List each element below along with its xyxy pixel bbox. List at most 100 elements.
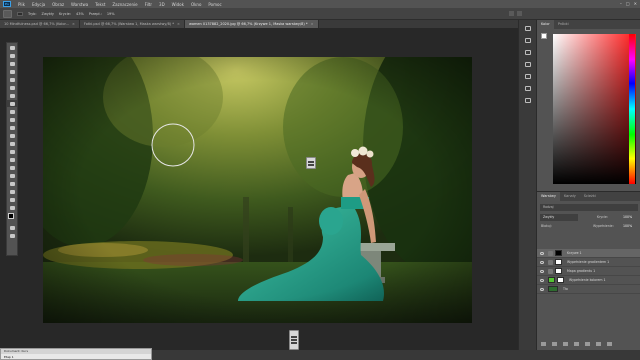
layer-mask-thumbnail[interactable]: [555, 259, 562, 265]
document-canvas[interactable]: [43, 57, 472, 323]
paragraph-panel-icon[interactable]: [523, 72, 533, 80]
marquee-tool-icon[interactable]: [7, 52, 17, 59]
visibility-eye-icon[interactable]: [540, 287, 544, 291]
visibility-eye-icon[interactable]: [540, 251, 544, 255]
tab-channels[interactable]: Kanały: [560, 192, 580, 201]
layer-opacity-input[interactable]: 100%: [623, 215, 632, 219]
tab-document-3[interactable]: women 0137882_2020.jpg @ 66,7% (Krzywe 1…: [184, 20, 319, 28]
properties-panel-icon[interactable]: [523, 36, 533, 44]
visibility-eye-icon[interactable]: [540, 260, 544, 264]
mini-window[interactable]: Dokument: Kurs Etap 1: [0, 348, 152, 360]
layer-row[interactable]: Wypełnienie gradientem 1: [537, 258, 640, 267]
new-group-icon[interactable]: [585, 342, 590, 346]
new-layer-icon[interactable]: [596, 342, 601, 346]
hue-slider[interactable]: [629, 34, 635, 184]
history-brush-tool-icon[interactable]: [7, 116, 17, 123]
quick-select-tool-icon[interactable]: [7, 68, 17, 75]
blend-mode-select[interactable]: Zwykły: [540, 214, 578, 221]
eraser-tool-icon[interactable]: [7, 124, 17, 131]
healing-tool-icon[interactable]: [7, 92, 17, 99]
color-swatches[interactable]: [7, 211, 17, 223]
menu-type[interactable]: Tekst: [95, 2, 105, 7]
flow-label: Przepł.:: [88, 11, 102, 16]
pressure-icon[interactable]: [517, 11, 522, 16]
visibility-eye-icon[interactable]: [540, 269, 544, 273]
layer-mask-thumbnail[interactable]: [555, 250, 562, 256]
bottom-handle-icon[interactable]: [289, 330, 299, 350]
color-fill-thumbnail[interactable]: [548, 277, 555, 283]
layer-filter-select[interactable]: Rodzaj: [540, 204, 638, 211]
gradient-tool-icon[interactable]: [7, 132, 17, 139]
menu-select[interactable]: Zaznaczenie: [112, 2, 137, 7]
layer-row[interactable]: Krzywe 1: [537, 249, 640, 258]
blur-tool-icon[interactable]: [7, 140, 17, 147]
tab-paths[interactable]: Ścieżki: [580, 192, 600, 201]
layer-row[interactable]: Tło: [537, 285, 640, 294]
mode-select[interactable]: Zwykły: [42, 12, 54, 16]
menu-help[interactable]: Pomoc: [208, 2, 221, 7]
menu-3d[interactable]: 3D: [159, 2, 165, 7]
brush-size-picker[interactable]: [17, 11, 23, 16]
brush-panel-icon[interactable]: [523, 96, 533, 104]
minimize-button[interactable]: –: [620, 1, 622, 6]
flow-input[interactable]: 19%: [107, 12, 115, 16]
crop-tool-icon[interactable]: [7, 76, 17, 83]
close-icon[interactable]: ×: [311, 22, 314, 26]
layer-mask-thumbnail[interactable]: [557, 277, 564, 283]
more-tools-icon[interactable]: [7, 204, 17, 211]
tab-document-1[interactable]: 10 Mindfulness.psd @ 66,7% (Kolor... ×: [0, 20, 80, 28]
menu-filter[interactable]: Filtr: [145, 2, 152, 7]
add-mask-icon[interactable]: [563, 342, 568, 346]
foreground-color-swatch[interactable]: [8, 213, 14, 219]
layer-mask-thumbnail[interactable]: [555, 268, 562, 274]
screen-mode-icon[interactable]: [7, 232, 17, 239]
menu-file[interactable]: Plik: [18, 2, 25, 7]
type-tool-icon[interactable]: [7, 164, 17, 171]
maximize-button[interactable]: □: [626, 1, 630, 6]
link-layers-icon[interactable]: [541, 342, 546, 346]
close-button[interactable]: ✕: [634, 1, 637, 6]
menu-window[interactable]: Okno: [191, 2, 201, 7]
character-panel-icon[interactable]: [523, 84, 533, 92]
photo-forest-woman: [43, 57, 472, 323]
lasso-tool-icon[interactable]: [7, 60, 17, 67]
history-panel-icon[interactable]: [523, 24, 533, 32]
layer-fill-input[interactable]: 100%: [623, 224, 632, 228]
menu-view[interactable]: Widok: [172, 2, 184, 7]
background-layer-thumbnail[interactable]: [548, 286, 558, 292]
close-icon[interactable]: ×: [72, 22, 75, 26]
tab-swatches[interactable]: Próbki: [554, 20, 573, 29]
pen-tool-icon[interactable]: [7, 156, 17, 163]
menu-layer[interactable]: Warstwa: [71, 2, 88, 7]
zoom-tool-icon[interactable]: [7, 196, 17, 203]
transform-widget-icon[interactable]: [306, 157, 316, 169]
opacity-input[interactable]: 43%: [76, 12, 84, 16]
layer-row[interactable]: Mapa gradientu 1: [537, 267, 640, 276]
menu-image[interactable]: Obraz: [52, 2, 64, 7]
tab-color[interactable]: Kolor: [537, 20, 554, 29]
adjustments-panel-icon[interactable]: [523, 48, 533, 56]
color-picker-field[interactable]: [553, 34, 636, 184]
path-select-tool-icon[interactable]: [7, 172, 17, 179]
info-panel-icon[interactable]: [523, 60, 533, 68]
clone-stamp-tool-icon[interactable]: [7, 108, 17, 115]
dodge-tool-icon[interactable]: [7, 148, 17, 155]
tab-document-2[interactable]: Fotki.psd @ 66,7% (Warstwa 1, Maska wars…: [79, 20, 185, 28]
new-adjustment-icon[interactable]: [574, 342, 579, 346]
close-icon[interactable]: ×: [177, 22, 180, 26]
shape-tool-icon[interactable]: [7, 180, 17, 187]
hand-tool-icon[interactable]: [7, 188, 17, 195]
tab-layers[interactable]: Warstwy: [537, 192, 560, 201]
delete-layer-icon[interactable]: [607, 342, 612, 346]
airbrush-icon[interactable]: [509, 11, 514, 16]
quick-mask-icon[interactable]: [7, 224, 17, 231]
foreground-color-chip[interactable]: [541, 33, 547, 39]
brush-tool-icon[interactable]: [7, 100, 17, 107]
layer-style-icon[interactable]: [552, 342, 557, 346]
menu-edit[interactable]: Edycja: [32, 2, 45, 7]
brush-preset-icon[interactable]: [3, 9, 12, 18]
move-tool-icon[interactable]: [7, 44, 17, 51]
visibility-eye-icon[interactable]: [540, 278, 544, 282]
eyedropper-tool-icon[interactable]: [7, 84, 17, 91]
layer-row[interactable]: Wypełnienie kolorem 1: [537, 276, 640, 285]
